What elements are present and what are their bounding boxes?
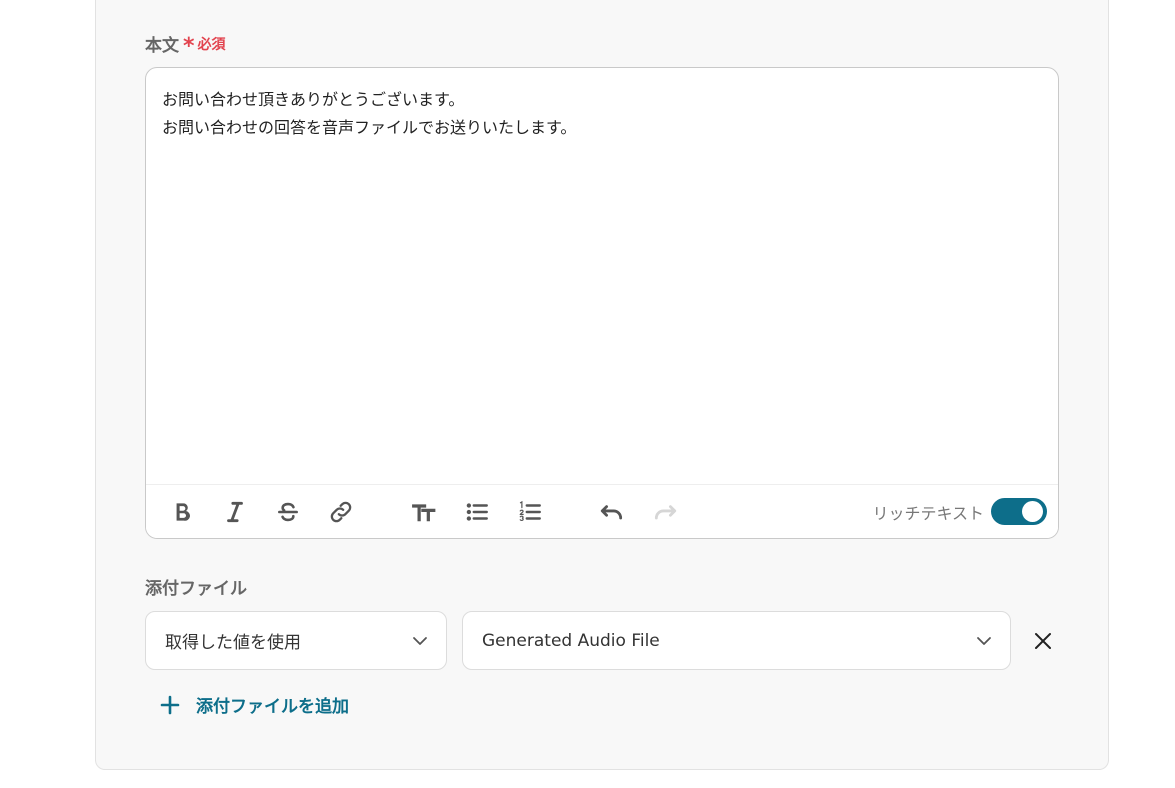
toggle-knob xyxy=(1022,501,1043,522)
required-asterisk: * xyxy=(183,33,195,59)
editor-content[interactable]: お問い合わせ頂きありがとうございます。 お問い合わせの回答を音声ファイルでお送り… xyxy=(162,86,1042,142)
body-label-text: 本文 xyxy=(145,36,179,56)
numbered-list-icon[interactable] xyxy=(515,497,545,527)
required-text: 必須 xyxy=(197,36,226,53)
attachment-value-select[interactable]: Generated Audio File xyxy=(462,611,1011,670)
editor-line: お問い合わせ頂きありがとうございます。 xyxy=(162,90,465,109)
editor-line: お問い合わせの回答を音声ファイルでお送りいたします。 xyxy=(162,118,577,137)
attachment-source-value: 取得した値を使用 xyxy=(165,633,301,653)
strikethrough-icon[interactable] xyxy=(273,497,303,527)
body-editor[interactable]: お問い合わせ頂きありがとうございます。 お問い合わせの回答を音声ファイルでお送り… xyxy=(145,67,1059,539)
redo-icon[interactable] xyxy=(650,497,680,527)
italic-icon[interactable] xyxy=(220,497,250,527)
add-attachment-button[interactable]: 添付ファイルを追加 xyxy=(158,692,349,717)
attachment-label-text: 添付ファイル xyxy=(145,579,247,599)
bold-icon[interactable] xyxy=(167,497,197,527)
editor-toolbar: リッチテキスト xyxy=(146,484,1058,538)
rich-text-label: リッチテキスト xyxy=(872,504,984,523)
text-size-icon[interactable] xyxy=(409,497,439,527)
plus-icon xyxy=(160,695,180,714)
link-icon[interactable] xyxy=(326,497,356,527)
close-icon[interactable] xyxy=(1030,628,1056,654)
body-field-label: 本文 * 必須 xyxy=(145,31,226,59)
attachment-source-select[interactable]: 取得した値を使用 xyxy=(145,611,447,670)
undo-icon[interactable] xyxy=(597,497,627,527)
chevron-down-icon xyxy=(977,637,991,645)
bullet-list-icon[interactable] xyxy=(462,497,492,527)
chevron-down-icon xyxy=(413,637,427,645)
attachment-field-label: 添付ファイル xyxy=(145,574,247,599)
add-attachment-label: 添付ファイルを追加 xyxy=(196,697,349,717)
attachment-value: Generated Audio File xyxy=(482,630,660,651)
rich-text-toggle[interactable] xyxy=(991,498,1047,525)
